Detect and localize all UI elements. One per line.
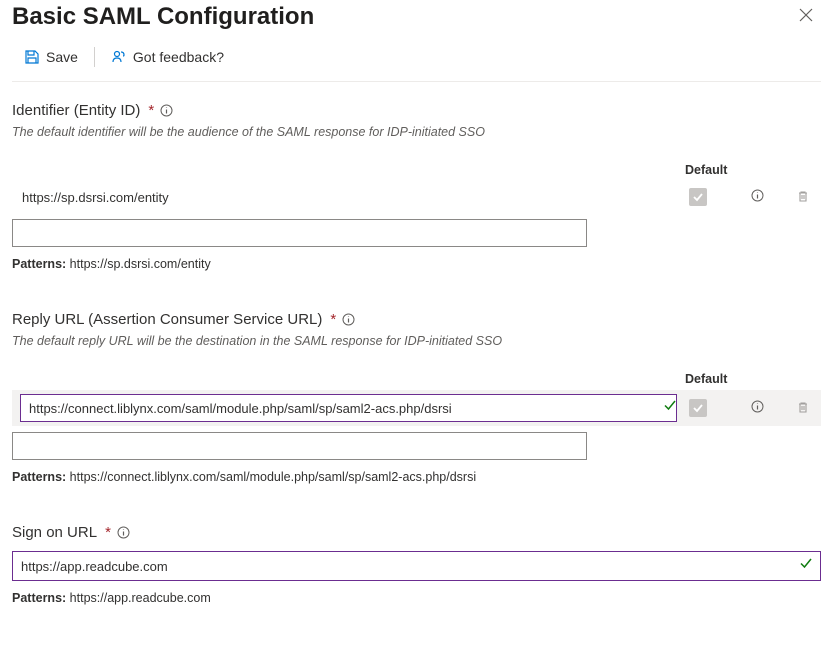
replyurl-help: The default reply URL will be the destin…	[12, 334, 821, 348]
replyurl-input[interactable]	[20, 394, 677, 422]
identifier-row: https://sp.dsrsi.com/entity	[12, 181, 821, 213]
patterns-value: https://app.readcube.com	[70, 591, 211, 605]
close-icon	[799, 8, 813, 22]
replyurl-patterns: Patterns: https://connect.liblynx.com/sa…	[12, 470, 821, 484]
identifier-url-text: https://sp.dsrsi.com/entity	[12, 184, 685, 211]
feedback-label: Got feedback?	[133, 49, 224, 65]
check-icon	[692, 191, 704, 203]
info-icon[interactable]	[117, 526, 130, 539]
replyurl-row-info[interactable]	[749, 398, 766, 418]
identifier-row-info[interactable]	[749, 187, 766, 207]
save-icon	[24, 49, 40, 65]
signon-patterns: Patterns: https://app.readcube.com	[12, 591, 821, 605]
info-icon[interactable]	[160, 104, 173, 117]
default-column-header: Default	[685, 372, 749, 386]
trash-icon	[796, 189, 810, 203]
replyurl-columns-header: Default	[12, 368, 821, 390]
page-title: Basic SAML Configuration	[12, 3, 314, 31]
info-icon	[751, 400, 764, 413]
signon-section: Sign on URL * Patterns: https://app.read…	[12, 524, 821, 605]
required-indicator: *	[148, 102, 154, 119]
identifier-help: The default identifier will be the audie…	[12, 125, 821, 139]
identifier-columns-header: Default	[12, 159, 821, 181]
info-icon[interactable]	[342, 313, 355, 326]
required-indicator: *	[105, 524, 111, 541]
signon-label: Sign on URL *	[12, 524, 821, 541]
replyurl-row-delete[interactable]	[794, 398, 812, 419]
save-label: Save	[46, 49, 78, 65]
patterns-label: Patterns:	[12, 257, 66, 271]
required-indicator: *	[330, 311, 336, 328]
check-icon	[692, 402, 704, 414]
identifier-default-checkbox[interactable]	[689, 188, 707, 206]
toolbar-separator	[94, 47, 95, 67]
patterns-label: Patterns:	[12, 470, 66, 484]
trash-icon	[796, 400, 810, 414]
patterns-value: https://connect.liblynx.com/saml/module.…	[70, 470, 476, 484]
replyurl-label-text: Reply URL (Assertion Consumer Service UR…	[12, 311, 322, 328]
identifier-row-delete[interactable]	[794, 187, 812, 208]
close-button[interactable]	[791, 2, 821, 31]
identifier-section: Identifier (Entity ID) * The default ide…	[12, 102, 821, 271]
identifier-label-text: Identifier (Entity ID)	[12, 102, 140, 119]
patterns-value: https://sp.dsrsi.com/entity	[70, 257, 211, 271]
toolbar: Save Got feedback?	[12, 31, 821, 82]
identifier-add-input[interactable]	[12, 219, 587, 247]
patterns-label: Patterns:	[12, 591, 66, 605]
feedback-button[interactable]: Got feedback?	[107, 47, 228, 67]
replyurl-add-input[interactable]	[12, 432, 587, 460]
identifier-label: Identifier (Entity ID) *	[12, 102, 821, 119]
replyurl-default-checkbox[interactable]	[689, 399, 707, 417]
replyurl-section: Reply URL (Assertion Consumer Service UR…	[12, 311, 821, 484]
save-button[interactable]: Save	[20, 47, 82, 67]
feedback-icon	[111, 49, 127, 65]
default-column-header: Default	[685, 163, 749, 177]
identifier-patterns: Patterns: https://sp.dsrsi.com/entity	[12, 257, 821, 271]
replyurl-row	[12, 390, 821, 426]
signon-input[interactable]	[12, 551, 821, 581]
signon-label-text: Sign on URL	[12, 524, 97, 541]
replyurl-label: Reply URL (Assertion Consumer Service UR…	[12, 311, 821, 328]
info-icon	[751, 189, 764, 202]
